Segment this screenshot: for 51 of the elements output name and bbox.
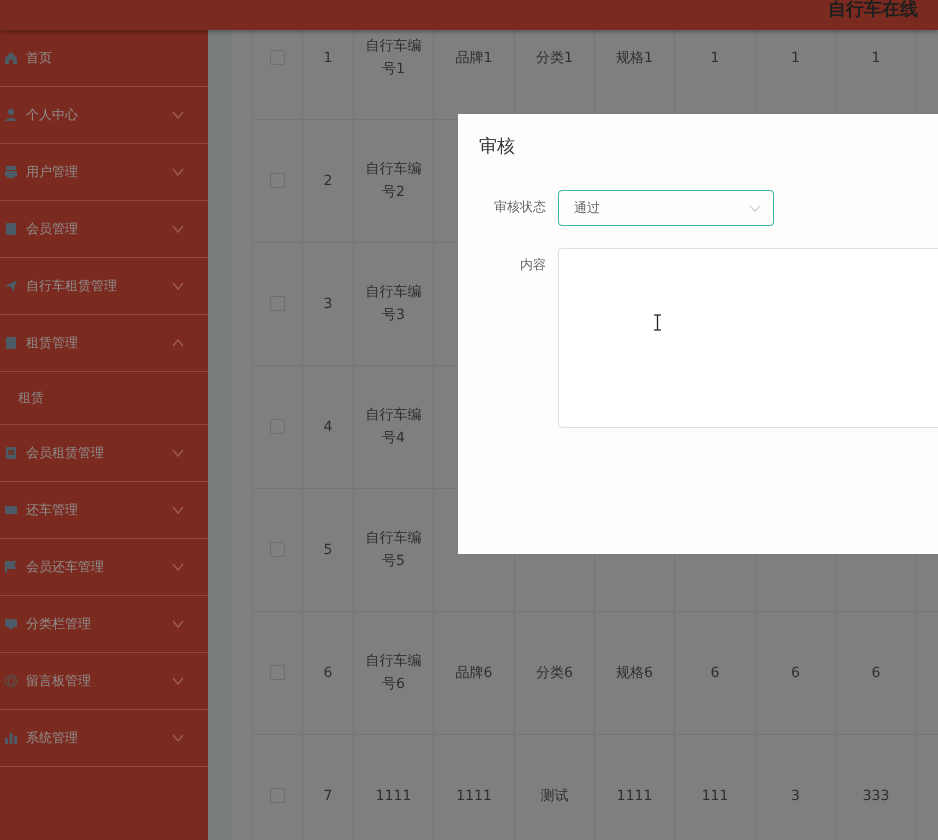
table-cell: 1 bbox=[710, 50, 720, 66]
table-cell: 1 bbox=[872, 50, 880, 66]
table-cell: 2 bbox=[324, 172, 332, 188]
table-cell: 品牌1 bbox=[456, 50, 492, 66]
menu-item-icon bbox=[4, 108, 18, 122]
content-textarea[interactable] bbox=[558, 248, 938, 428]
text-cursor-icon bbox=[653, 314, 662, 331]
field-label: 内容 bbox=[519, 257, 547, 275]
menu-item-icon bbox=[4, 617, 18, 631]
table-cell: 6 bbox=[324, 664, 332, 680]
menu-item-icon bbox=[4, 503, 18, 517]
menu-item-icon bbox=[4, 731, 18, 745]
table-cell: 7 bbox=[324, 788, 332, 804]
menu-item-icon bbox=[4, 279, 18, 293]
table-cell: 分类6 bbox=[536, 664, 573, 680]
menu-item-icon bbox=[4, 336, 18, 350]
menu-item-icon bbox=[4, 674, 18, 688]
field-label: 审核状态 bbox=[493, 199, 547, 217]
table-cell: 自行车编号5 bbox=[366, 530, 422, 569]
table-cell: 1111 bbox=[456, 788, 492, 804]
table-cell: 6 bbox=[791, 664, 800, 680]
table-cell: 1 bbox=[791, 50, 800, 66]
table-cell: 1111 bbox=[616, 788, 652, 804]
table-cell: 333 bbox=[862, 788, 890, 804]
table-cell: 自行车编号4 bbox=[366, 407, 422, 446]
dialog-title: 审核 bbox=[479, 135, 515, 158]
menu-item-icon bbox=[4, 446, 18, 460]
table-cell: 6 bbox=[710, 664, 720, 680]
table-cell: 测试 bbox=[540, 788, 568, 804]
table-cell: 品牌6 bbox=[456, 664, 492, 680]
menu-item-icon bbox=[4, 560, 18, 574]
table-cell: 自行车编号1 bbox=[366, 38, 422, 77]
menu-item-icon bbox=[4, 51, 18, 65]
menu-item-icon bbox=[4, 222, 18, 236]
table-cell: 4 bbox=[324, 418, 332, 434]
table-cell: 5 bbox=[324, 542, 332, 558]
table-cell: 自行车编号2 bbox=[366, 161, 422, 200]
table-cell: 1111 bbox=[376, 788, 412, 804]
table-cell: 规格6 bbox=[616, 664, 653, 680]
table-cell: 3 bbox=[791, 788, 800, 804]
table-cell: 6 bbox=[872, 664, 880, 680]
menu-item-icon bbox=[4, 165, 18, 179]
chevron-icon bbox=[749, 204, 761, 212]
table-cell: 自行车编号3 bbox=[366, 284, 422, 323]
table-cell: 分类1 bbox=[536, 50, 573, 66]
table-cell: 规格1 bbox=[616, 50, 653, 66]
table-cell: 1 bbox=[324, 50, 332, 66]
table-cell: 3 bbox=[324, 296, 332, 312]
table-cell: 自行车编号6 bbox=[366, 653, 422, 692]
table-cell: 111 bbox=[702, 788, 728, 804]
status-select[interactable]: 通过 bbox=[558, 190, 774, 226]
